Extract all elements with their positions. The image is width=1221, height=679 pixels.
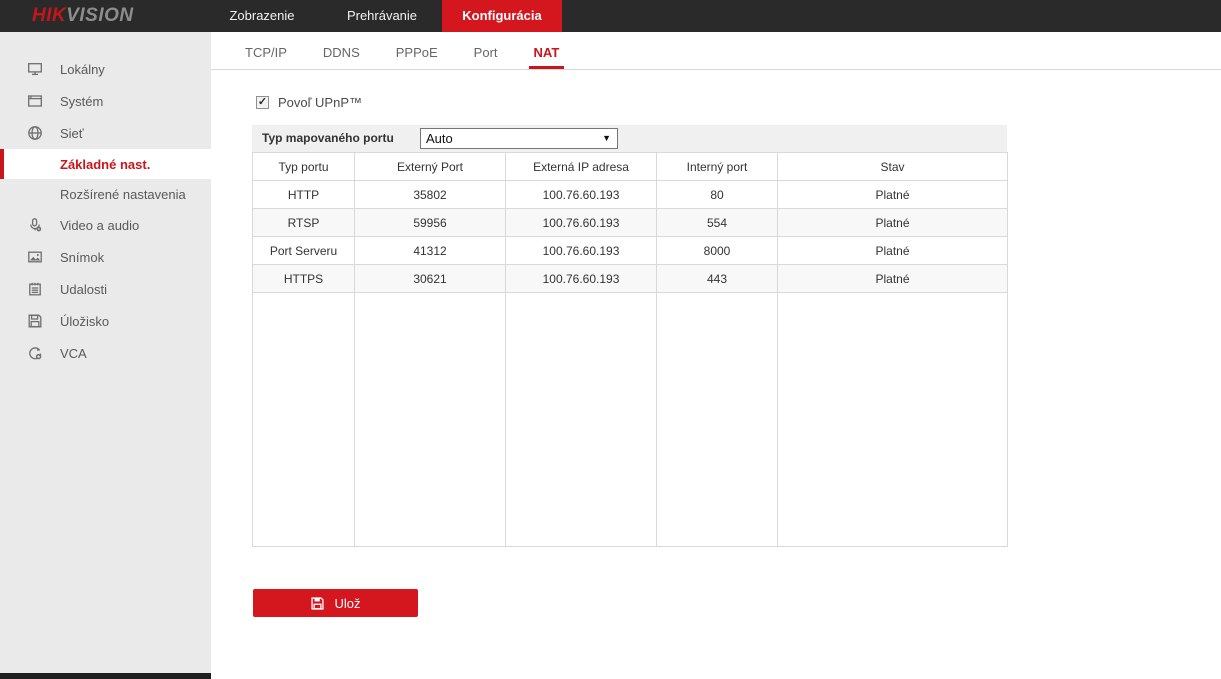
- top-navigation: Zobrazenie Prehrávanie Konfigurácia: [202, 0, 562, 32]
- sidebar-item-storage[interactable]: Úložisko: [0, 305, 211, 337]
- cell-status: Platné: [778, 265, 1008, 293]
- table-row-http: HTTP 35802 100.76.60.193 80 Platné: [253, 181, 1008, 209]
- logo-vision-text: VISION: [66, 5, 133, 27]
- display-icon: [27, 61, 43, 77]
- save-button[interactable]: Ulož: [253, 589, 418, 617]
- cell-port-type: HTTP: [253, 181, 355, 209]
- hikvision-logo: HIKVISION: [32, 0, 134, 32]
- sidebar-item-label: Sieť: [60, 126, 84, 141]
- sidebar-item-label: VCA: [60, 346, 87, 361]
- cell-external-port: 41312: [355, 237, 506, 265]
- tab-ddns[interactable]: DDNS: [318, 45, 365, 69]
- col-header-port-type: Typ portu: [253, 153, 355, 181]
- tab-pppoe[interactable]: PPPoE: [391, 45, 443, 69]
- cell-internal-port: 80: [657, 181, 778, 209]
- table-empty-area: [253, 293, 1008, 547]
- image-icon: [27, 249, 43, 265]
- sidebar-item-system[interactable]: Systém: [0, 85, 211, 117]
- port-mapping-selected-value: Auto: [426, 131, 453, 146]
- sidebar: Lokálny Systém Sieť Základné nast. Rozší…: [0, 32, 211, 673]
- sidebar-item-label: Udalosti: [60, 282, 107, 297]
- cell-external-ip: 100.76.60.193: [506, 237, 657, 265]
- system-window-icon: [27, 93, 43, 109]
- save-button-label: Ulož: [334, 596, 360, 611]
- cell-port-type: Port Serveru: [253, 237, 355, 265]
- sidebar-bottom-strip: [0, 673, 211, 679]
- tab-tcpip[interactable]: TCP/IP: [240, 45, 292, 69]
- dropdown-arrow-icon: ▼: [602, 134, 611, 143]
- check-icon: ✓: [258, 97, 267, 108]
- sidebar-item-basic-settings[interactable]: Základné nast.: [0, 149, 211, 179]
- cell-status: Platné: [778, 181, 1008, 209]
- sidebar-item-video-audio[interactable]: Video a audio: [0, 209, 211, 241]
- col-header-external-port: Externý Port: [355, 153, 506, 181]
- sidebar-item-events[interactable]: Udalosti: [0, 273, 211, 305]
- cell-status: Platné: [778, 209, 1008, 237]
- storage-icon: [27, 313, 43, 329]
- cell-port-type: HTTPS: [253, 265, 355, 293]
- cell-status: Platné: [778, 237, 1008, 265]
- sidebar-item-label: Systém: [60, 94, 103, 109]
- enable-upnp-checkbox[interactable]: ✓: [256, 96, 269, 109]
- nat-port-table: Typ portu Externý Port Externá IP adresa…: [252, 152, 1008, 547]
- sidebar-item-snapshot[interactable]: Snímok: [0, 241, 211, 273]
- save-icon: [310, 596, 325, 611]
- enable-upnp-row: ✓ Povoľ UPnP™: [256, 95, 362, 110]
- col-header-external-ip: Externá IP adresa: [506, 153, 657, 181]
- table-header-row: Typ portu Externý Port Externá IP adresa…: [253, 153, 1008, 181]
- cell-internal-port: 8000: [657, 237, 778, 265]
- logo-hik-text: HIK: [32, 5, 66, 27]
- cell-external-ip: 100.76.60.193: [506, 209, 657, 237]
- enable-upnp-label: Povoľ UPnP™: [278, 95, 362, 110]
- audio-video-icon: [27, 217, 43, 233]
- cell-external-port: 35802: [355, 181, 506, 209]
- table-row-rtsp: RTSP 59956 100.76.60.193 554 Platné: [253, 209, 1008, 237]
- cell-internal-port: 554: [657, 209, 778, 237]
- cell-external-ip: 100.76.60.193: [506, 265, 657, 293]
- nav-item-configuration[interactable]: Konfigurácia: [442, 0, 562, 32]
- cell-external-port: 59956: [355, 209, 506, 237]
- cell-port-type: RTSP: [253, 209, 355, 237]
- col-header-internal-port: Interný port: [657, 153, 778, 181]
- table-row-https: HTTPS 30621 100.76.60.193 443 Platné: [253, 265, 1008, 293]
- nav-item-playback[interactable]: Prehrávanie: [322, 0, 442, 32]
- sidebar-item-network[interactable]: Sieť: [0, 117, 211, 149]
- top-bar: HIKVISION Zobrazenie Prehrávanie Konfigu…: [0, 0, 1221, 32]
- port-mapping-select[interactable]: Auto ▼: [420, 128, 618, 149]
- col-header-status: Stav: [778, 153, 1008, 181]
- events-icon: [27, 281, 43, 297]
- main-content: TCP/IP DDNS PPPoE Port NAT ✓ Povoľ UPnP™…: [211, 32, 1221, 679]
- sidebar-item-label: Úložisko: [60, 314, 109, 329]
- cell-external-port: 30621: [355, 265, 506, 293]
- table-row-server-port: Port Serveru 41312 100.76.60.193 8000 Pl…: [253, 237, 1008, 265]
- sidebar-item-local[interactable]: Lokálny: [0, 53, 211, 85]
- sidebar-item-label: Rozšírené nastavenia: [60, 187, 186, 202]
- port-mapping-bar: Typ mapovaného portu Auto ▼: [252, 125, 1007, 152]
- sidebar-item-vca[interactable]: VCA: [0, 337, 211, 369]
- cell-external-ip: 100.76.60.193: [506, 181, 657, 209]
- sidebar-item-label: Lokálny: [60, 62, 105, 77]
- port-mapping-label: Typ mapovaného portu: [262, 125, 394, 152]
- tab-nat[interactable]: NAT: [529, 45, 565, 69]
- sidebar-item-label: Snímok: [60, 250, 104, 265]
- cell-internal-port: 443: [657, 265, 778, 293]
- tab-port[interactable]: Port: [469, 45, 503, 69]
- settings-tab-bar: TCP/IP DDNS PPPoE Port NAT: [211, 32, 1221, 70]
- sidebar-item-label: Video a audio: [60, 218, 139, 233]
- sidebar-item-advanced-settings[interactable]: Rozšírené nastavenia: [0, 179, 211, 209]
- network-globe-icon: [27, 125, 43, 141]
- nav-item-live-view[interactable]: Zobrazenie: [202, 0, 322, 32]
- vca-icon: [27, 345, 43, 361]
- sidebar-item-label: Základné nast.: [60, 157, 150, 172]
